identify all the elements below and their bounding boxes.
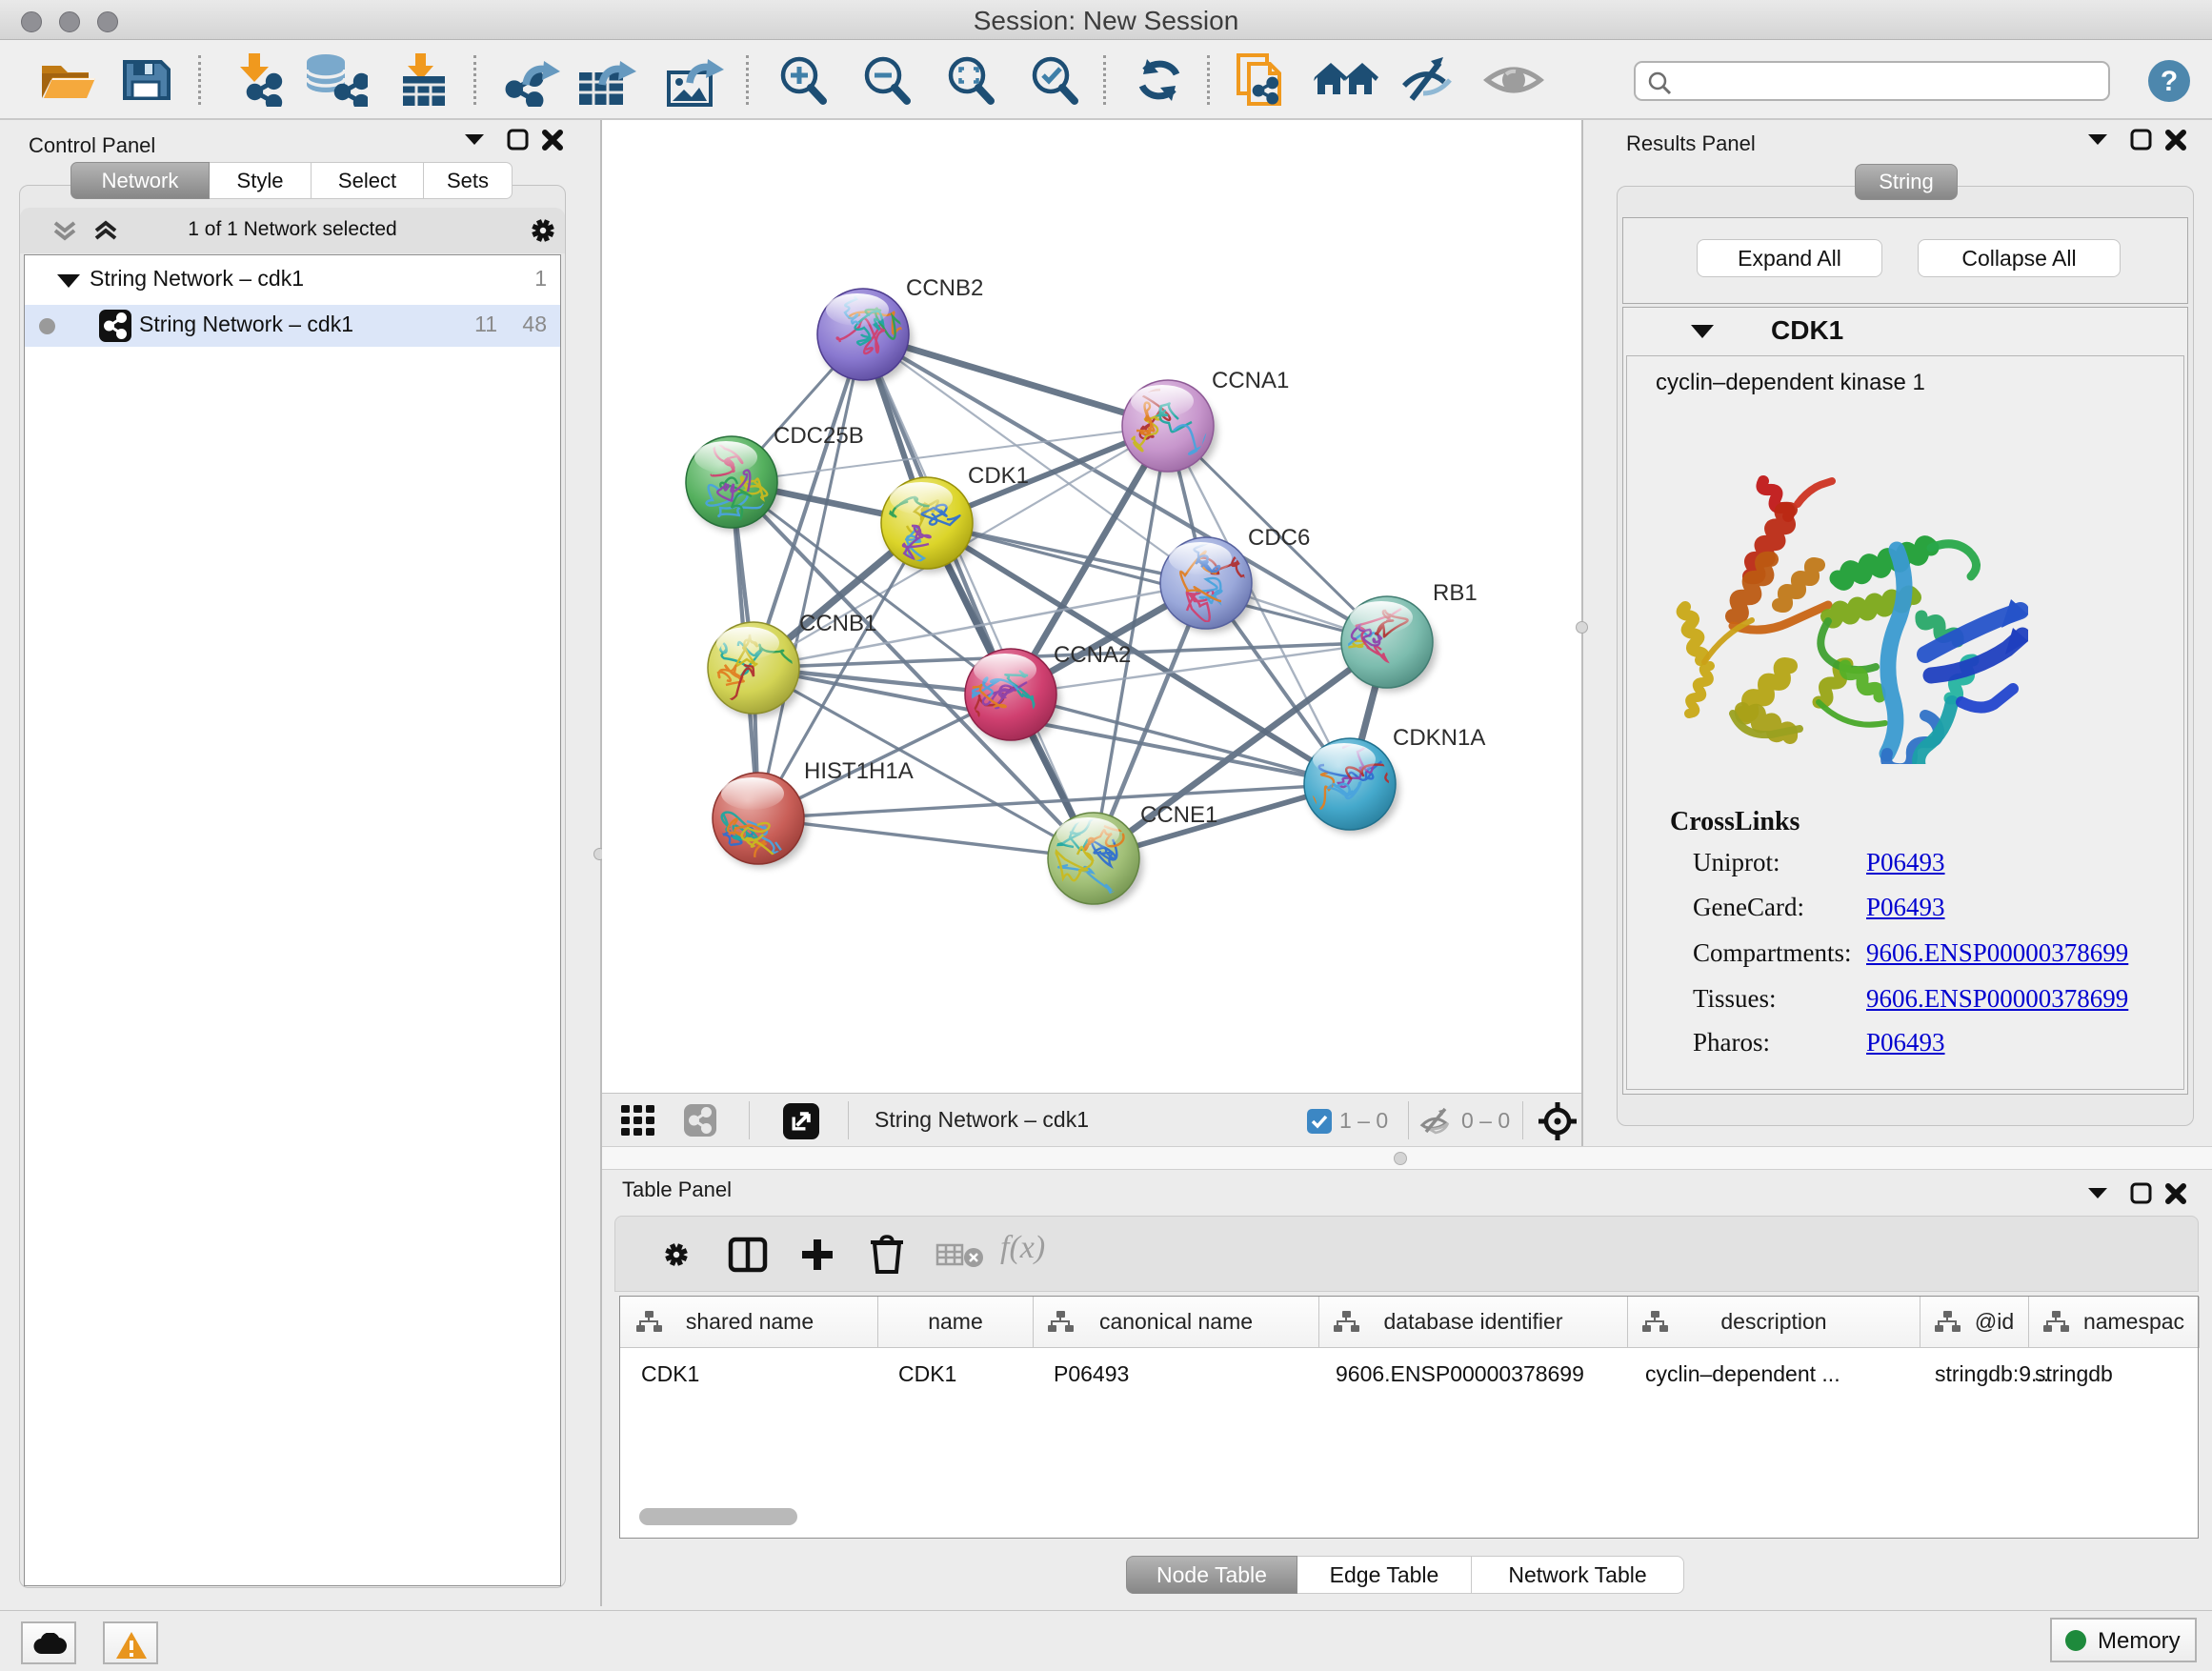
svg-text:CCNA2: CCNA2 [1054,642,1131,668]
svg-text:CDC25B: CDC25B [774,423,864,449]
svg-text:RB1: RB1 [1433,580,1478,606]
svg-text:CDK1: CDK1 [968,463,1029,489]
svg-text:CCNA1: CCNA1 [1212,368,1289,393]
svg-text:CDKN1A: CDKN1A [1393,725,1485,751]
svg-text:CCNE1: CCNE1 [1140,802,1217,828]
svg-text:?: ? [2161,66,2178,97]
svg-text:CCNB2: CCNB2 [906,275,983,301]
svg-text:HIST1H1A: HIST1H1A [804,758,914,784]
svg-text:CDC6: CDC6 [1248,525,1310,551]
svg-text:CCNB1: CCNB1 [799,611,876,636]
